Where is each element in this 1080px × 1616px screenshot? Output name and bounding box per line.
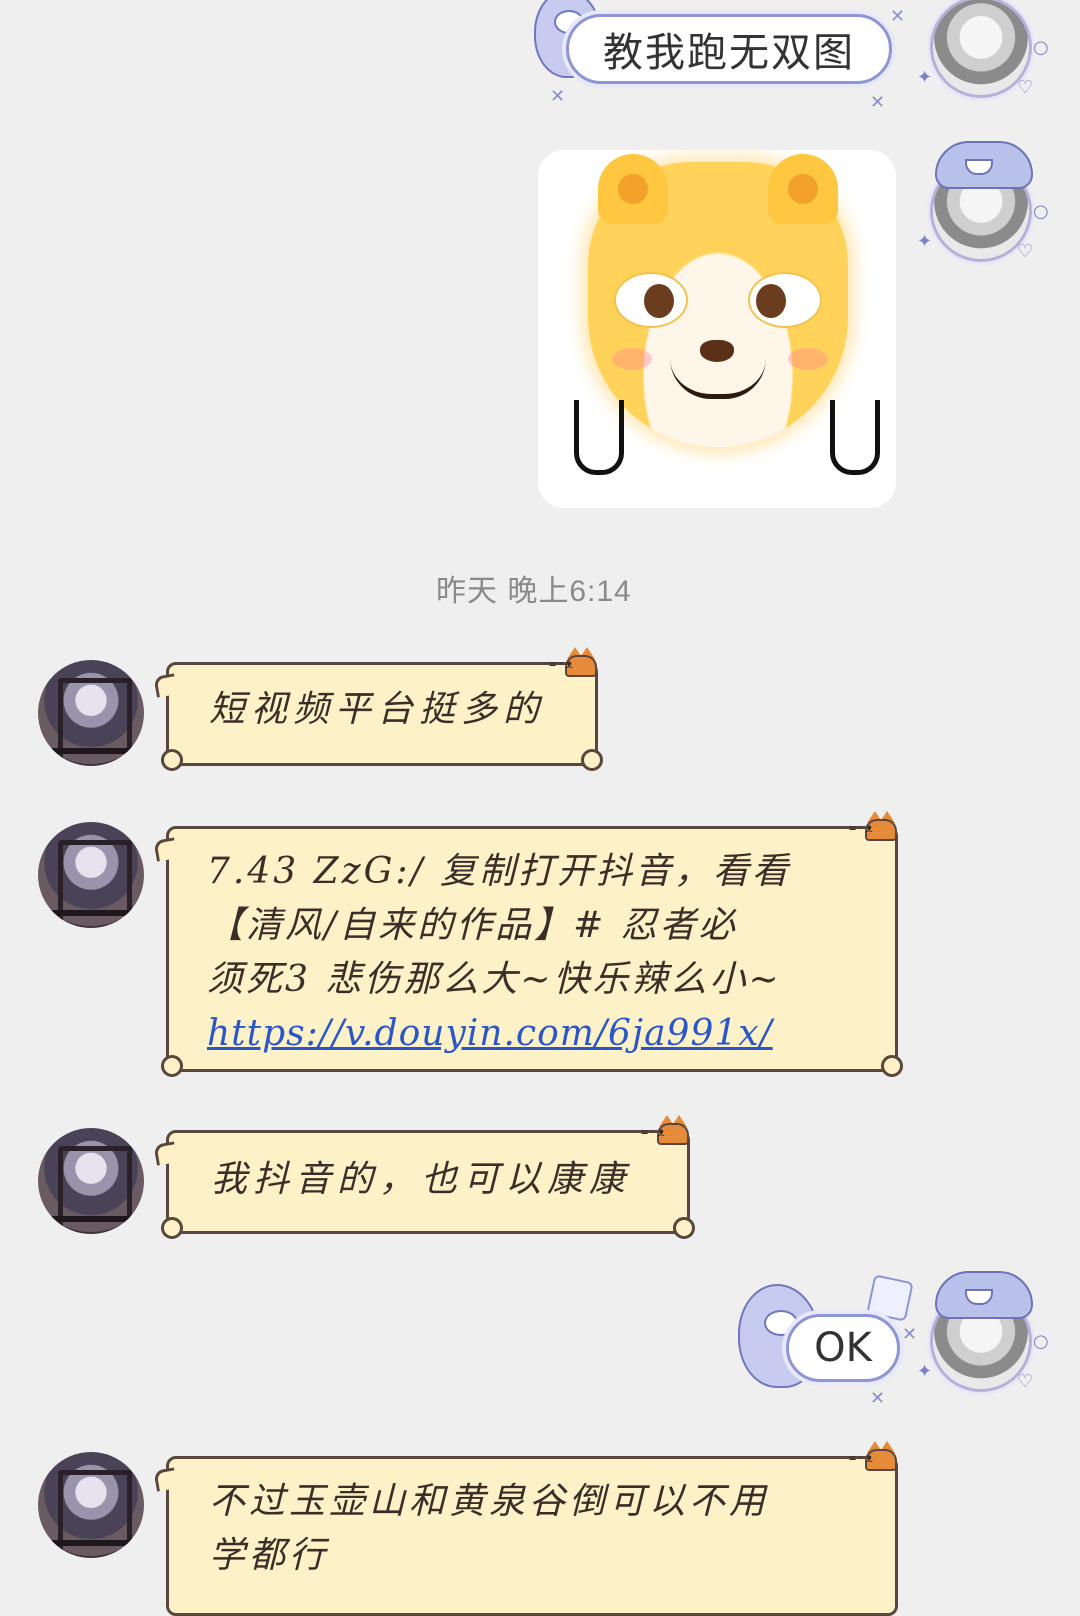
message-bubble[interactable]: =·ᴥ 短视频平台挺多的 bbox=[153, 647, 603, 771]
my-avatar[interactable]: ✦ ♡ ○ bbox=[917, 141, 1049, 262]
contact-avatar[interactable] bbox=[38, 1128, 144, 1234]
message-text: 教我跑无双图 bbox=[603, 30, 855, 76]
shiba-sticker[interactable] bbox=[538, 150, 896, 508]
message-bubble[interactable]: 教我跑无双图 bbox=[566, 14, 892, 84]
contact-avatar[interactable] bbox=[38, 1452, 144, 1558]
douyin-share-link[interactable]: https://v.douyin.com/6ja991x/ bbox=[207, 1007, 895, 1061]
sparkle-icon: ✕ bbox=[890, 6, 906, 27]
message-text-line: 7.43 ZzG:/ 复制打开抖音，看看 bbox=[207, 851, 792, 892]
sparkle-icon: ✕ bbox=[902, 1324, 918, 1345]
message-bubble[interactable]: =·ᴥ 不过玉壶山和黄泉谷倒可以不用 学都行 bbox=[153, 1441, 898, 1616]
contact-avatar[interactable] bbox=[38, 660, 144, 766]
sparkle-icon: ✕ bbox=[550, 86, 566, 107]
message-text: 短视频平台挺多的 bbox=[209, 689, 546, 730]
message-text: OK bbox=[814, 1325, 872, 1371]
contact-avatar[interactable] bbox=[38, 822, 144, 928]
message-text-line: 学都行 bbox=[209, 1535, 330, 1576]
sparkle-icon: ✕ bbox=[870, 92, 886, 113]
sparkle-icon: ✕ bbox=[870, 1388, 886, 1409]
message-bubble[interactable]: =·ᴥ 7.43 ZzG:/ 复制打开抖音，看看 【清风/自来的作品】# 忍者必… bbox=[153, 811, 903, 1077]
message-bubble[interactable]: =·ᴥ 我抖音的，也可以康康 bbox=[153, 1115, 695, 1239]
message-text-line: 须死3 悲伤那么大~快乐辣么小~ bbox=[207, 959, 782, 1000]
message-text: 我抖音的，也可以康康 bbox=[211, 1159, 632, 1200]
message-text-line: 不过玉壶山和黄泉谷倒可以不用 bbox=[209, 1481, 770, 1522]
message-timestamp: 昨天 晚上6:14 bbox=[436, 575, 632, 608]
message-row-right-6: OK ✕ ✕ bbox=[730, 1270, 930, 1410]
message-bubble[interactable]: OK bbox=[786, 1314, 900, 1382]
my-avatar[interactable]: ✦ ♡ ○ bbox=[917, 0, 1049, 98]
my-avatar[interactable]: ✦ ♡ ○ bbox=[917, 1271, 1049, 1392]
message-text-line: 【清风/自来的作品】# 忍者必 bbox=[207, 905, 738, 946]
